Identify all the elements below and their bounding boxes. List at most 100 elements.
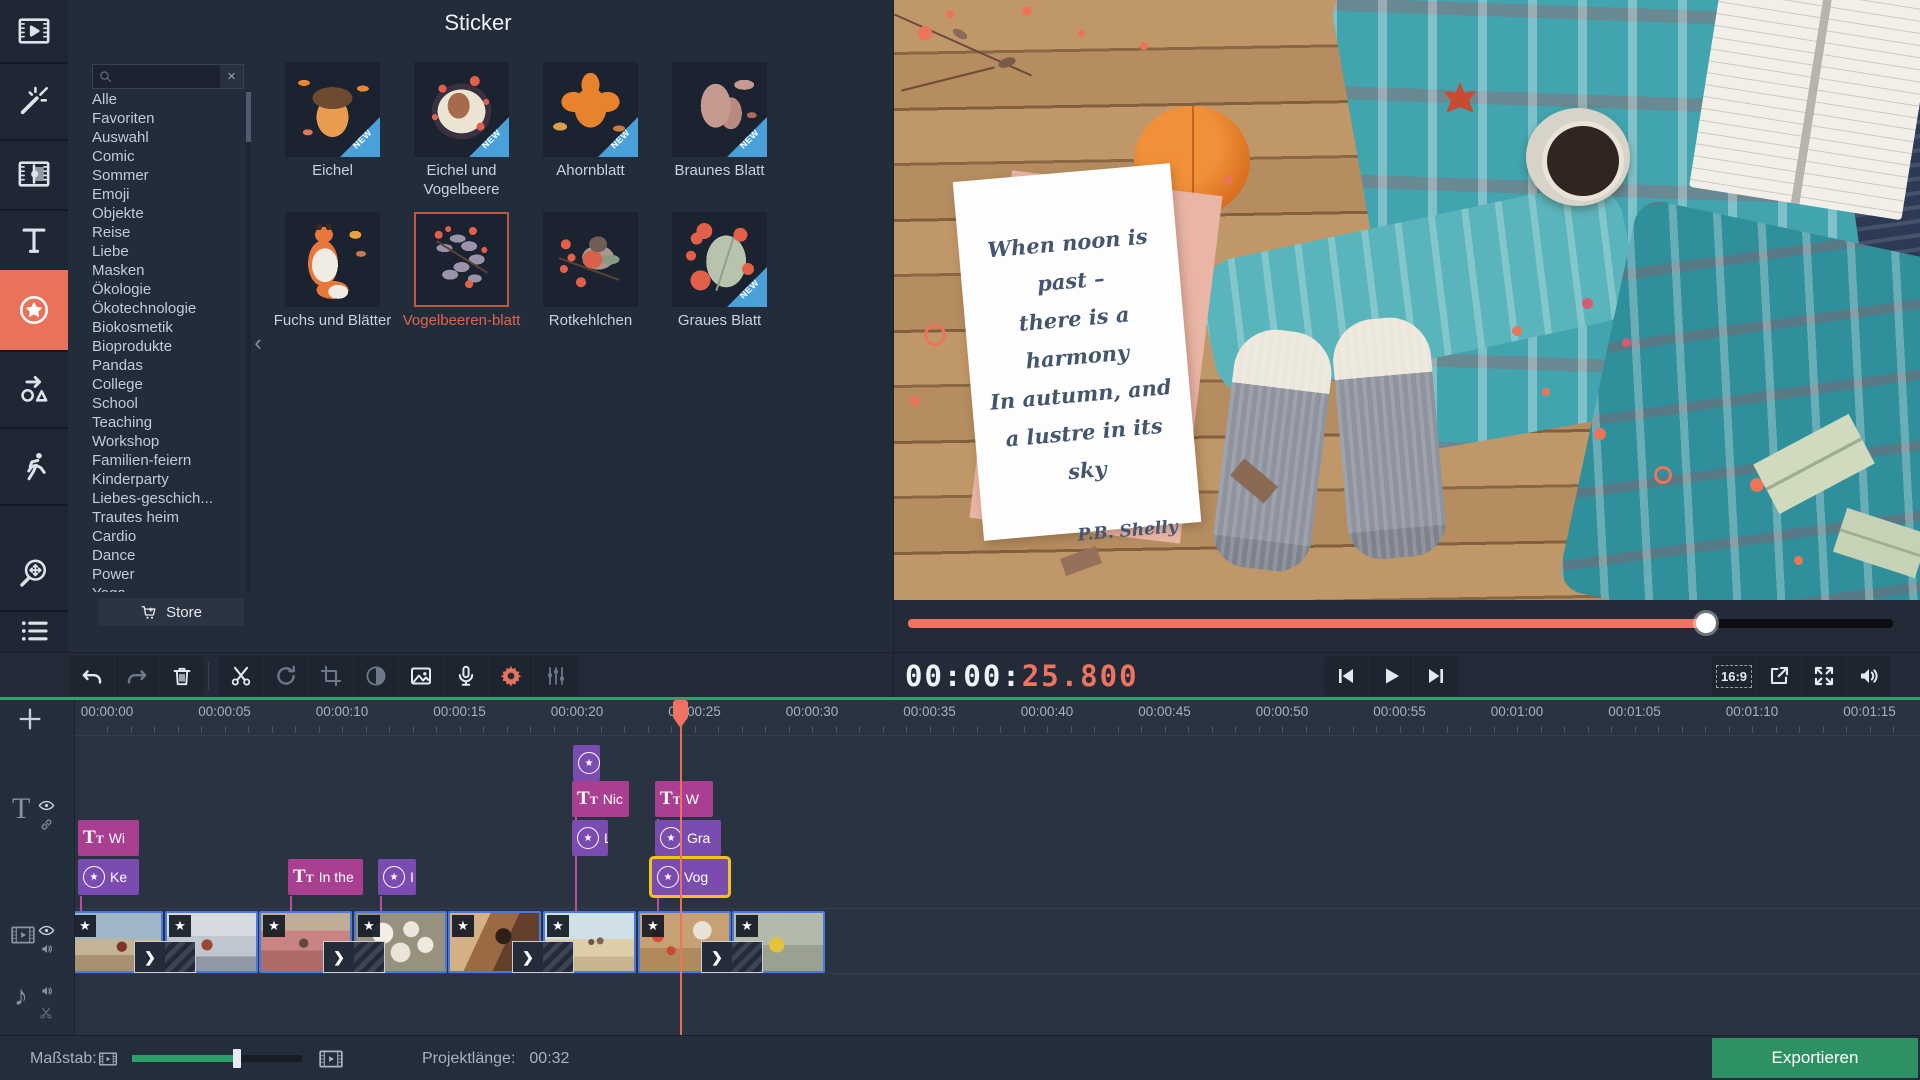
video-track-mute-toggle[interactable] (39, 942, 55, 956)
category-item[interactable]: Emoji (82, 185, 242, 204)
scissors-button[interactable] (219, 656, 263, 696)
audio-track-mute-toggle[interactable] (39, 984, 55, 998)
gear-button[interactable] (489, 656, 533, 696)
category-item[interactable]: Favoriten (82, 109, 242, 128)
title-clip[interactable]: TTIn the (288, 859, 363, 895)
category-item[interactable]: Reise (82, 223, 242, 242)
transition-indicator[interactable]: ❯ (323, 941, 385, 973)
category-item[interactable]: Kinderparty (82, 470, 242, 489)
rotate-button[interactable] (264, 656, 308, 696)
skip-start-button[interactable] (1324, 656, 1368, 696)
category-item[interactable]: Ökologie (82, 280, 242, 299)
sliders-button[interactable] (534, 656, 578, 696)
sidebar-item-filters[interactable] (0, 62, 68, 141)
contrast-button[interactable] (354, 656, 398, 696)
sticker-clip-selected[interactable]: ★Vog (652, 859, 728, 895)
sticker-tile[interactable] (414, 212, 509, 307)
category-item[interactable]: Liebes-geschich... (82, 489, 242, 508)
category-item[interactable]: Ökotechnologie (82, 299, 242, 318)
sidebar-item-titles[interactable] (0, 209, 68, 272)
zoom-out-film-icon[interactable] (98, 1049, 118, 1069)
category-item[interactable]: Sommer (82, 166, 242, 185)
sidebar-item-media[interactable] (0, 0, 68, 64)
category-item[interactable]: Teaching (82, 413, 242, 432)
store-button[interactable]: Store (98, 598, 244, 626)
search-input[interactable] (113, 64, 220, 89)
transition-indicator[interactable]: ❯ (134, 941, 196, 973)
mic-button[interactable] (444, 656, 488, 696)
sidebar-item-stickers[interactable] (0, 270, 68, 352)
seek-bar[interactable] (908, 619, 1893, 628)
category-item[interactable]: Auswahl (82, 128, 242, 147)
category-item[interactable]: Biokosmetik (82, 318, 242, 337)
category-item[interactable]: Masken (82, 261, 242, 280)
sticker-tile[interactable] (543, 212, 638, 307)
category-item[interactable]: Familien-feiern (82, 451, 242, 470)
sticker-label[interactable]: Graues Blatt (656, 311, 783, 330)
add-track-button[interactable] (16, 705, 44, 733)
category-item[interactable]: Power (82, 565, 242, 584)
sticker-tile[interactable]: NEW (414, 62, 509, 157)
category-item[interactable]: Dance (82, 546, 242, 565)
search-clear-button[interactable]: × (220, 65, 243, 88)
sticker-tile[interactable] (285, 212, 380, 307)
sidebar-item-properties[interactable] (0, 610, 68, 654)
sticker-label[interactable]: Vogelbeeren-blatt (398, 311, 525, 330)
scrollbar-thumb[interactable] (246, 92, 251, 142)
sticker-label[interactable]: Fuchs und Blätter (269, 311, 396, 330)
sidebar-item-callouts[interactable] (0, 350, 68, 429)
sticker-label[interactable]: Eichel (269, 161, 396, 180)
video-preview[interactable]: When noon is past – there is a harmony I… (894, 0, 1920, 600)
sticker-label[interactable]: Eichel und Vogelbeere (398, 161, 525, 199)
audio-track-tool-icon[interactable] (39, 1006, 53, 1020)
playhead-marker[interactable] (673, 700, 688, 728)
playhead-line[interactable] (680, 700, 682, 1035)
sticker-label[interactable]: Ahornblatt (527, 161, 654, 180)
sticker-clip[interactable]: ★I (378, 859, 416, 895)
category-item[interactable]: Workshop (82, 432, 242, 451)
sticker-label[interactable]: Braunes Blatt (656, 161, 783, 180)
sticker-clip[interactable]: ★ (573, 745, 600, 781)
sticker-tile[interactable]: NEW (672, 62, 767, 157)
category-item[interactable]: Trautes heim (82, 508, 242, 527)
zoom-slider-handle[interactable] (233, 1049, 241, 1068)
zoom-in-film-icon[interactable] (318, 1046, 344, 1072)
category-item[interactable]: Comic (82, 147, 242, 166)
title-clip[interactable]: TTWi (78, 820, 139, 856)
sticker-clip[interactable]: ★L (572, 820, 608, 856)
category-item[interactable]: Pandas (82, 356, 242, 375)
play-button[interactable] (1369, 656, 1413, 696)
sidebar-item-transitions[interactable] (0, 139, 68, 211)
transition-indicator[interactable]: ❯ (512, 941, 574, 973)
category-item[interactable]: Liebe (82, 242, 242, 261)
skip-end-button[interactable] (1414, 656, 1458, 696)
transition-indicator[interactable]: ❯ (701, 941, 763, 973)
category-item[interactable]: Cardio (82, 527, 242, 546)
popout-button[interactable] (1757, 656, 1801, 696)
category-item[interactable]: Alle (82, 90, 242, 109)
sticker-label[interactable]: Rotkehlchen (527, 311, 654, 330)
sidebar-item-pan-zoom[interactable] (0, 536, 68, 612)
title-clip[interactable]: TTW (655, 781, 713, 817)
sticker-tile[interactable]: NEW (285, 62, 380, 157)
aspect-button[interactable]: 16:9 (1712, 656, 1756, 696)
video-track-visibility-toggle[interactable] (38, 924, 55, 937)
sticker-clip[interactable]: ★Ke (78, 859, 139, 895)
sticker-tile[interactable]: NEW (672, 212, 767, 307)
title-clip[interactable]: TTNic (572, 781, 629, 817)
titles-track-visibility-toggle[interactable] (38, 799, 55, 812)
redo-button[interactable] (115, 656, 159, 696)
crop-button[interactable] (309, 656, 353, 696)
collapse-panel-button[interactable]: ‹ (250, 330, 266, 356)
undo-button[interactable] (70, 656, 114, 696)
sticker-tile[interactable]: NEW (543, 62, 638, 157)
export-button[interactable]: Exportieren (1712, 1038, 1918, 1078)
category-item[interactable]: Objekte (82, 204, 242, 223)
volume-button[interactable] (1847, 656, 1891, 696)
category-item[interactable]: College (82, 375, 242, 394)
sidebar-item-animation[interactable] (0, 427, 68, 506)
seek-handle[interactable] (1696, 613, 1716, 633)
category-item[interactable]: Bioprodukte (82, 337, 242, 356)
category-item[interactable]: School (82, 394, 242, 413)
image-button[interactable] (399, 656, 443, 696)
